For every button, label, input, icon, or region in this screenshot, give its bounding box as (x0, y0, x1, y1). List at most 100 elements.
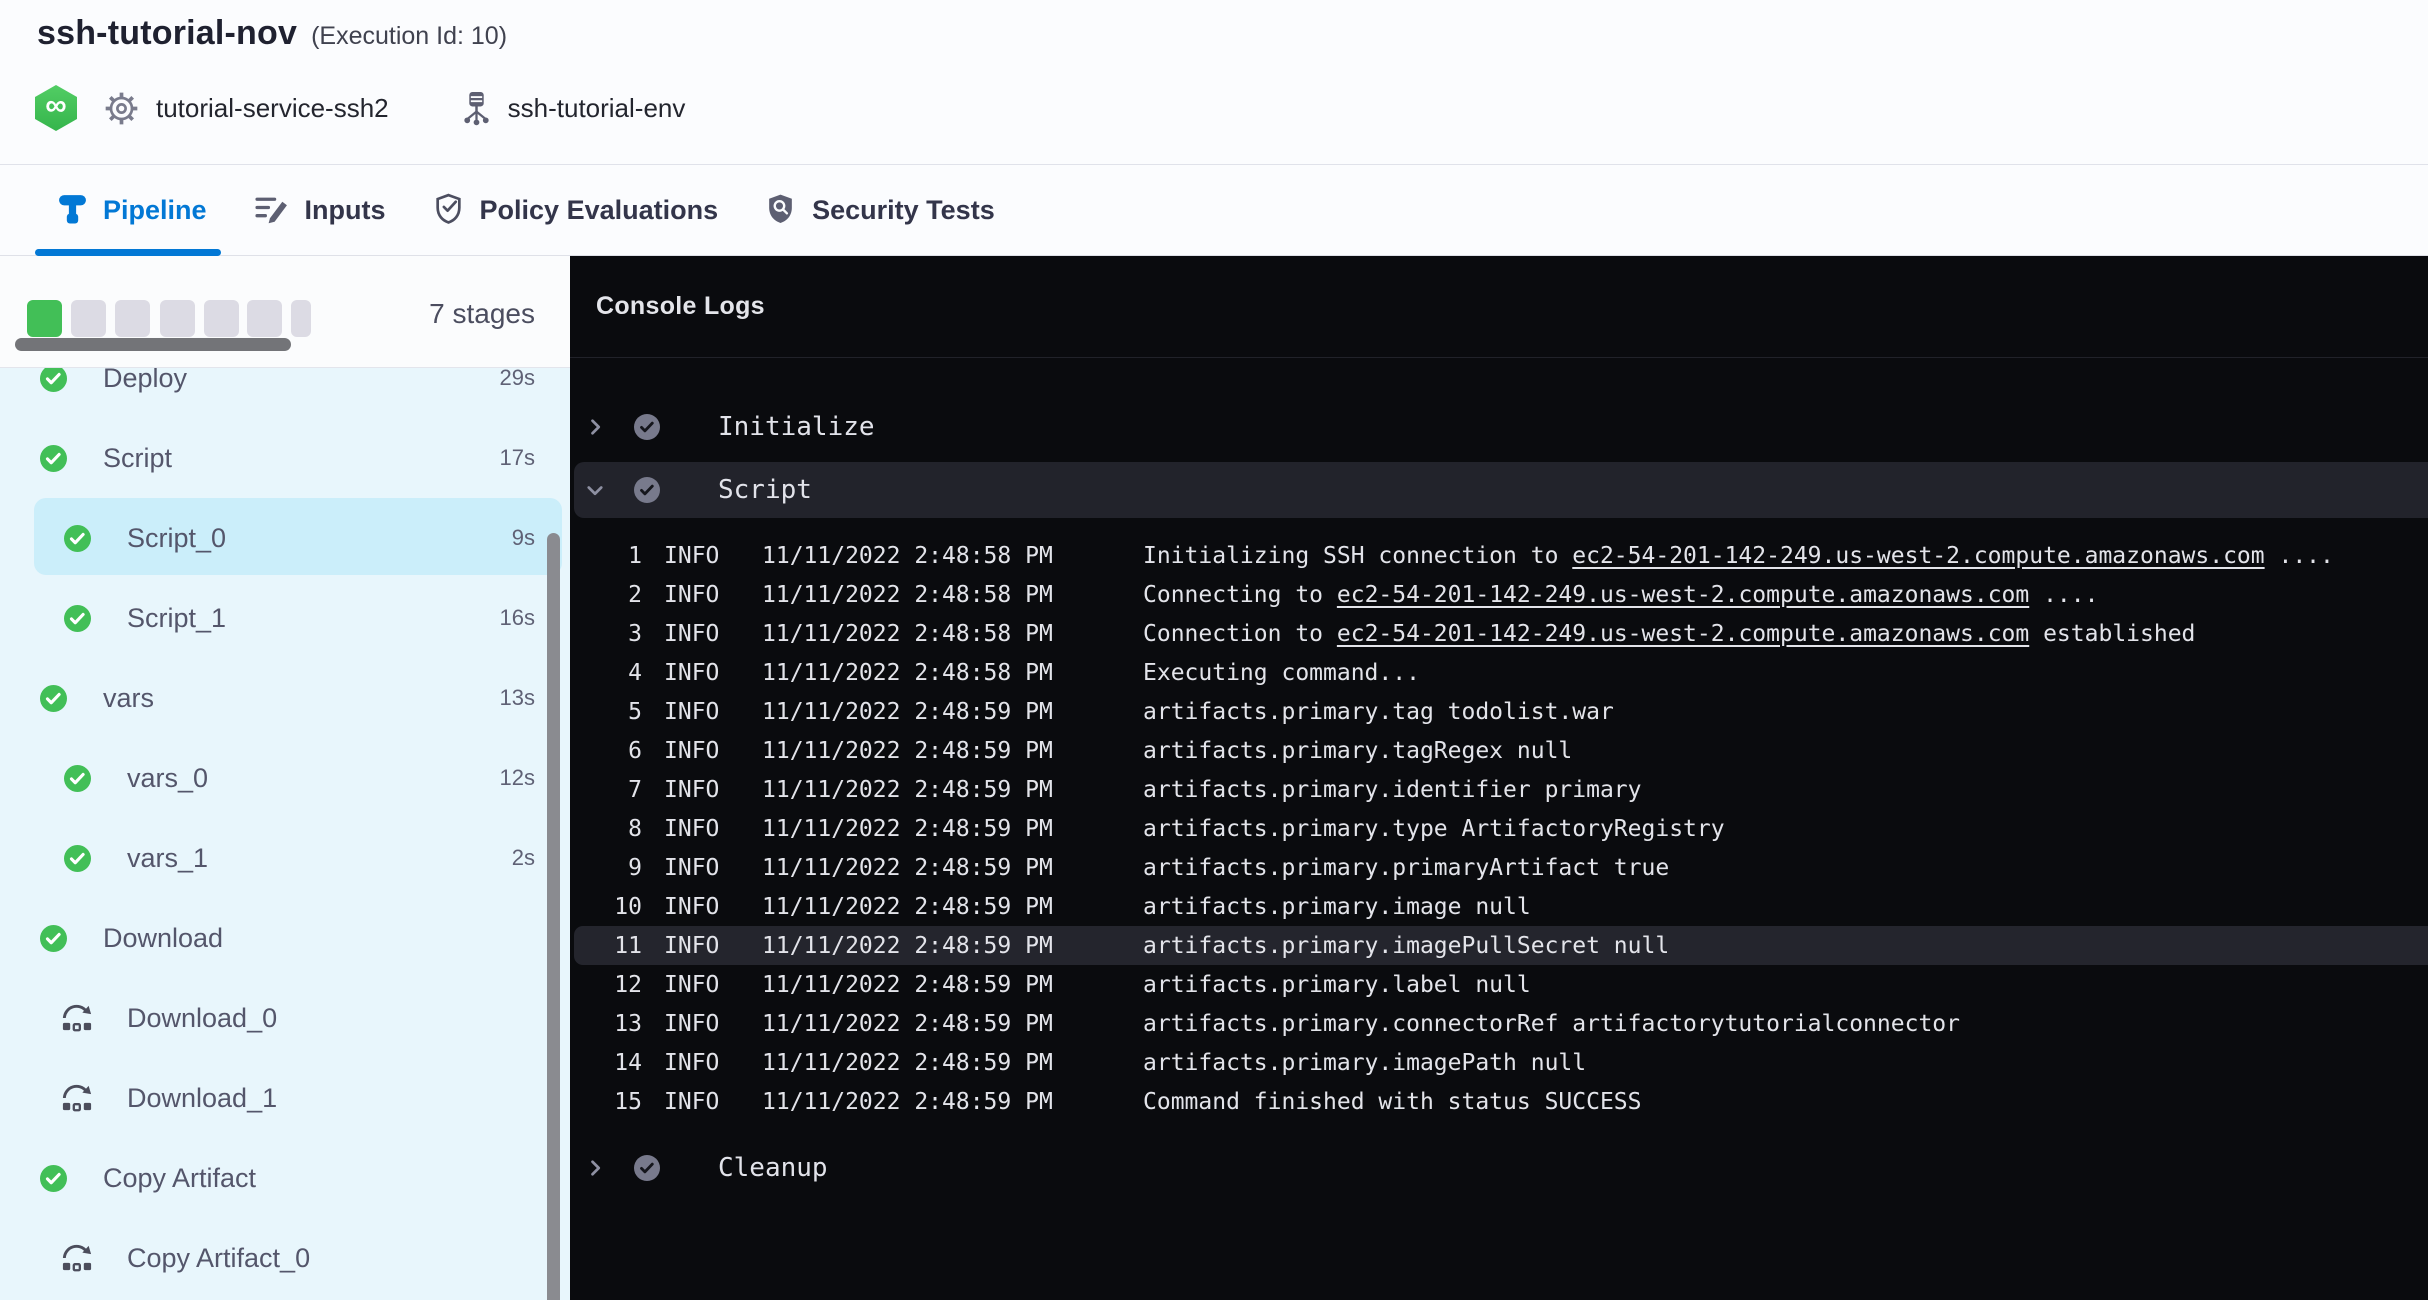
environment-name[interactable]: ssh-tutorial-env (508, 93, 686, 124)
log-text: Command finished with status SUCCESS (1143, 1089, 1642, 1115)
tab-inputs[interactable]: Inputs (254, 166, 386, 255)
shield-search-icon (765, 192, 796, 230)
log-line: 1 INFO 11/11/2022 2:48:58 PM Initializin… (570, 536, 2428, 575)
success-check-icon (36, 681, 70, 715)
stage-item-copy-artifact[interactable]: Copy Artifact (0, 1138, 570, 1218)
log-timestamp: 11/11/2022 2:48:58 PM (762, 660, 1064, 686)
log-timestamp: 11/11/2022 2:48:58 PM (762, 621, 1064, 647)
pipeline-icon (58, 193, 87, 229)
log-message: Initializing SSH connection to ec2-54-20… (1143, 543, 2334, 569)
section-title: Initialize (718, 412, 875, 442)
progress-segment-pending (160, 300, 195, 337)
stage-item-vars-1[interactable]: vars_1 2s (0, 818, 570, 898)
cd-infinity-icon: ∞ (35, 85, 77, 131)
stage-item-download[interactable]: Download (0, 898, 570, 978)
service-name[interactable]: tutorial-service-ssh2 (156, 93, 389, 124)
stage-item-vars[interactable]: vars 13s (0, 658, 570, 738)
section-title: Script (718, 475, 812, 505)
log-message: artifacts.primary.imagePullSecret null (1143, 933, 1669, 959)
tab-pipeline[interactable]: Pipeline (58, 166, 207, 255)
stage-label: Download_1 (127, 1083, 277, 1114)
log-message: artifacts.primary.image null (1143, 894, 1531, 920)
log-timestamp: 11/11/2022 2:48:59 PM (762, 894, 1064, 920)
log-level: INFO (664, 660, 722, 686)
log-timestamp: 11/11/2022 2:48:59 PM (762, 855, 1064, 881)
log-line: 4 INFO 11/11/2022 2:48:58 PM Executing c… (570, 653, 2428, 692)
log-line: 7 INFO 11/11/2022 2:48:59 PM artifacts.p… (570, 770, 2428, 809)
stage-item-script-0[interactable]: Script_0 9s (0, 498, 570, 578)
log-message: artifacts.primary.primaryArtifact true (1143, 855, 1669, 881)
log-level: INFO (664, 972, 722, 998)
log-text: artifacts.primary.imagePullSecret null (1143, 933, 1669, 959)
log-text: .... (2029, 582, 2098, 608)
log-line-number: 9 (570, 855, 642, 881)
gear-icon (103, 90, 140, 127)
success-check-icon (60, 521, 94, 555)
stage-item-copy-artifact-0[interactable]: Copy Artifact_0 (0, 1218, 570, 1298)
stage-item-download-0[interactable]: Download_0 (0, 978, 570, 1058)
stage-item-vars-0[interactable]: vars_0 12s (0, 738, 570, 818)
chevron-down-icon (584, 479, 606, 501)
success-check-icon (36, 1161, 70, 1195)
log-link[interactable]: ec2-54-201-142-249.us-west-2.compute.ama… (1572, 543, 2264, 569)
log-level: INFO (664, 738, 722, 764)
stage-duration: 9s (512, 525, 535, 551)
log-level: INFO (664, 1011, 722, 1037)
section-success-icon (634, 477, 660, 503)
log-level: INFO (664, 816, 722, 842)
stage-graph-scrollbar[interactable] (15, 338, 291, 351)
stage-item-script[interactable]: Script 17s (0, 418, 570, 498)
console-logs-header: Console Logs (570, 256, 2428, 358)
progress-segment-pending (291, 300, 311, 337)
log-text: artifacts.primary.identifier primary (1143, 777, 1642, 803)
stage-item-deploy[interactable]: Deploy 29s (0, 368, 570, 418)
log-message: artifacts.primary.label null (1143, 972, 1531, 998)
chevron-right-icon (584, 1157, 606, 1179)
shield-check-icon (433, 192, 464, 230)
log-timestamp: 11/11/2022 2:48:59 PM (762, 1089, 1064, 1115)
tab-policy-evaluations[interactable]: Policy Evaluations (433, 166, 719, 255)
log-link[interactable]: ec2-54-201-142-249.us-west-2.compute.ama… (1337, 582, 2029, 608)
execution-header: ssh-tutorial-nov (Execution Id: 10) ∞ tu… (0, 0, 2428, 165)
stage-duration: 13s (500, 685, 535, 711)
log-message: artifacts.primary.tagRegex null (1143, 738, 1572, 764)
log-text: .... (2265, 543, 2334, 569)
active-tab-underline (35, 249, 221, 256)
tab-label: Pipeline (103, 195, 207, 226)
tab-security-tests[interactable]: Security Tests (765, 166, 995, 255)
log-message: Command finished with status SUCCESS (1143, 1089, 1642, 1115)
stage-item-download-1[interactable]: Download_1 (0, 1058, 570, 1138)
log-line-number: 2 (570, 582, 642, 608)
header-meta-row: ∞ tutorial-service-ssh2 ssh-tuto (35, 84, 685, 132)
log-section-cleanup[interactable]: Cleanup (570, 1148, 2428, 1188)
log-line: 5 INFO 11/11/2022 2:48:59 PM artifacts.p… (570, 692, 2428, 731)
inputs-pencil-icon (254, 193, 289, 229)
log-timestamp: 11/11/2022 2:48:58 PM (762, 582, 1064, 608)
title-row: ssh-tutorial-nov (Execution Id: 10) (37, 14, 507, 53)
log-text: artifacts.primary.connectorRef artifacto… (1143, 1011, 1960, 1037)
tab-label: Security Tests (812, 195, 995, 226)
log-line-number: 5 (570, 699, 642, 725)
log-text: Connection to (1143, 621, 1337, 647)
log-line-number: 11 (570, 933, 642, 959)
success-check-icon (60, 761, 94, 795)
stages-progress-panel: 7 stages (0, 256, 570, 368)
log-line: 6 INFO 11/11/2022 2:48:59 PM artifacts.p… (570, 731, 2428, 770)
log-section-initialize[interactable]: Initialize (570, 407, 2428, 447)
log-line-number: 8 (570, 816, 642, 842)
log-level: INFO (664, 582, 722, 608)
stage-item-script-1[interactable]: Script_1 16s (0, 578, 570, 658)
execution-id: (Execution Id: 10) (311, 22, 507, 51)
stage-duration: 12s (500, 765, 535, 791)
log-message: artifacts.primary.imagePath null (1143, 1050, 1586, 1076)
log-line-number: 13 (570, 1011, 642, 1037)
log-text: established (2029, 621, 2195, 647)
log-section-script[interactable]: Script (570, 462, 2428, 518)
log-message: artifacts.primary.tag todolist.war (1143, 699, 1614, 725)
log-text: artifacts.primary.imagePath null (1143, 1050, 1586, 1076)
log-link[interactable]: ec2-54-201-142-249.us-west-2.compute.ama… (1337, 621, 2029, 647)
log-timestamp: 11/11/2022 2:48:59 PM (762, 1011, 1064, 1037)
log-line-number: 1 (570, 543, 642, 569)
success-check-icon (60, 841, 94, 875)
log-timestamp: 11/11/2022 2:48:59 PM (762, 933, 1064, 959)
